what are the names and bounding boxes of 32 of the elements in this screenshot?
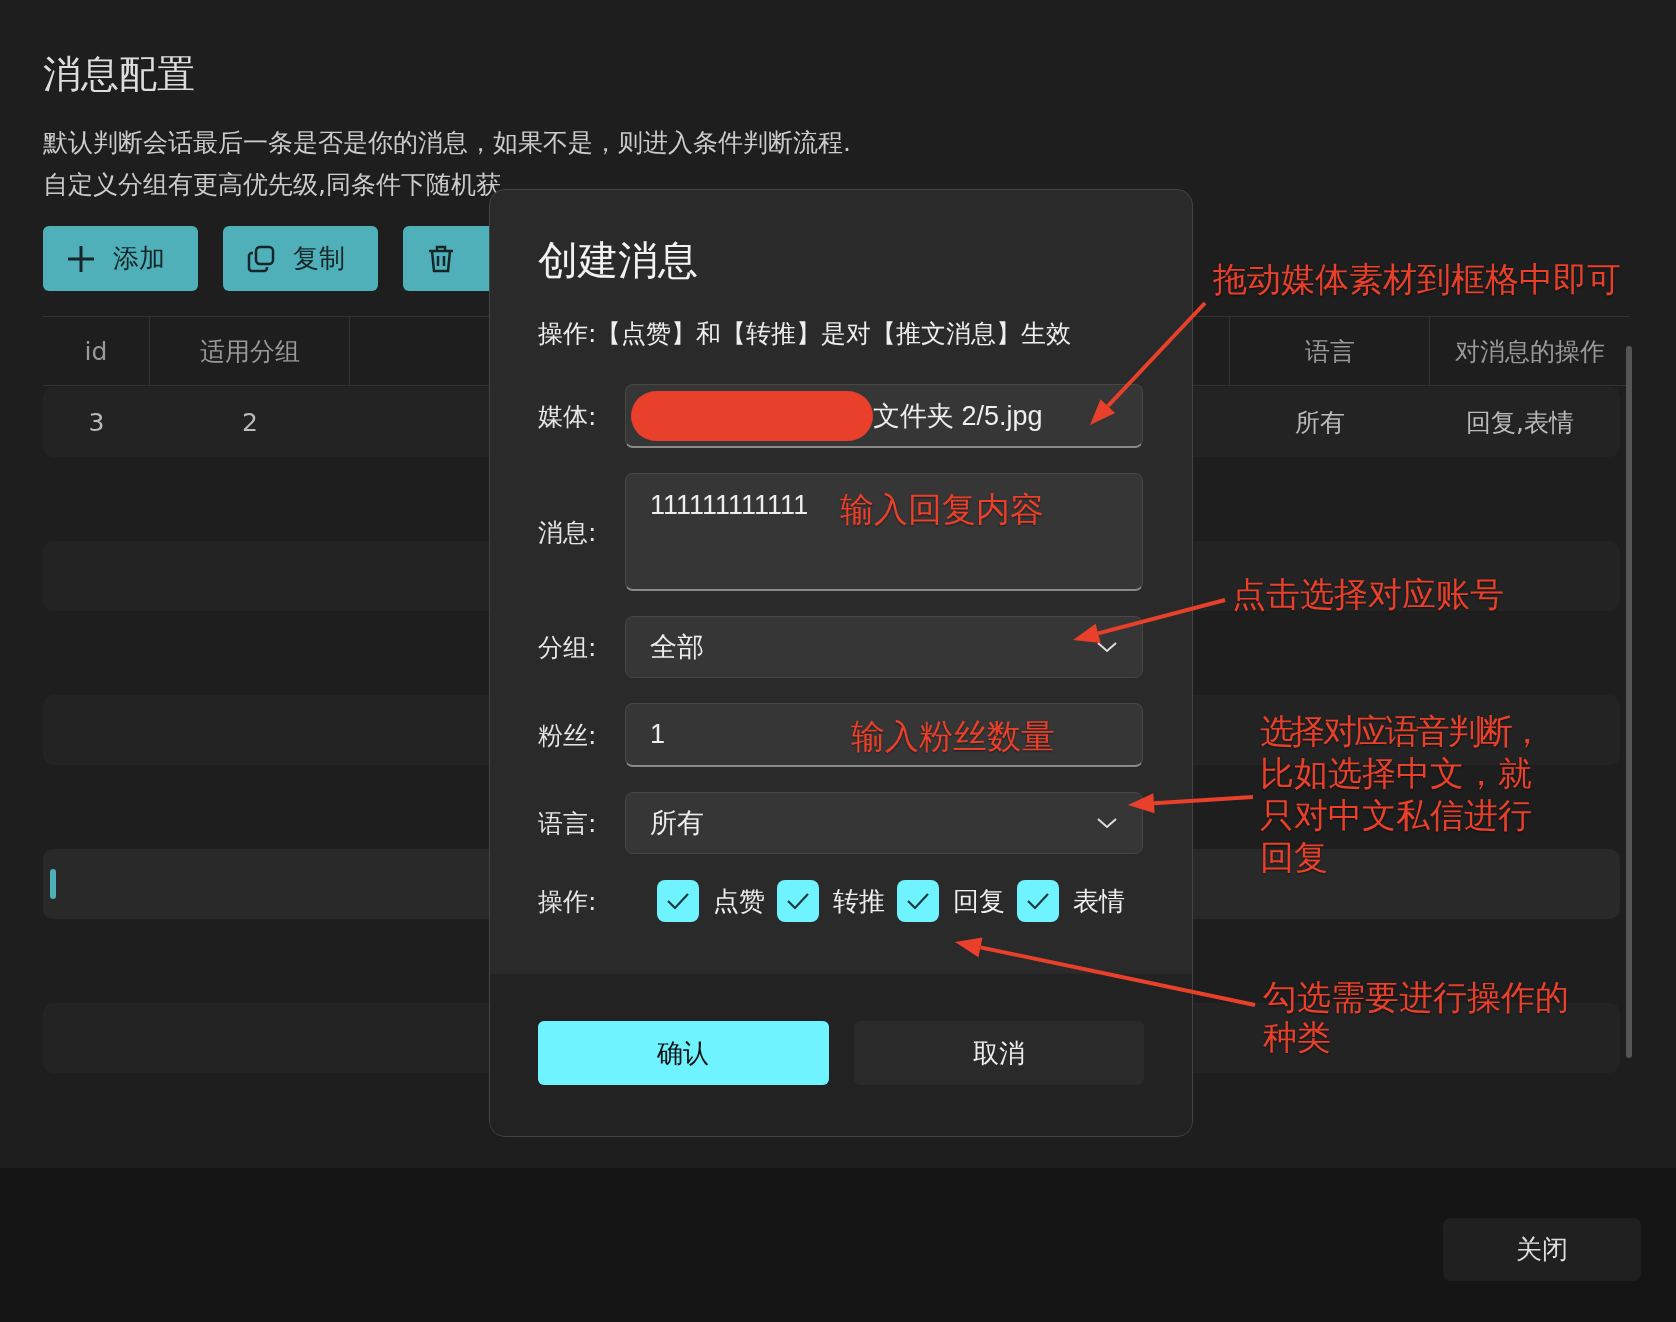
dropdown-value: 所有 bbox=[650, 807, 704, 840]
page-title: 消息配置 bbox=[43, 51, 196, 98]
dropdown-value: 全部 bbox=[650, 631, 704, 664]
column-header: 语言 bbox=[1230, 317, 1430, 385]
checkbox-label: 转推 bbox=[833, 884, 885, 918]
table-cell-text: 3 bbox=[87, 406, 106, 439]
description-text: 默认判断会话最后一条是否是你的消息，如果不是，则进入条件判断流程. bbox=[43, 127, 852, 159]
column-header: 适用分组 bbox=[150, 317, 350, 385]
column-header: id bbox=[43, 317, 150, 385]
annotation-text: 选择对应语音判断，比如选择中文，就只对中文私信进行回复 bbox=[1260, 710, 1543, 878]
note-text: 操作:【点赞】和【转推】是对【推文消息】生效 bbox=[538, 318, 1073, 350]
dialog-title: 创建消息 bbox=[538, 236, 699, 285]
description-text: 自定义分组有更高优先级,同条件下随机获 bbox=[43, 169, 502, 201]
checkbox-label: 回复 bbox=[953, 884, 1005, 918]
field-label: 操作: bbox=[538, 885, 598, 918]
field-label: 媒体: bbox=[538, 400, 598, 433]
annotation-text: 输入回复内容 bbox=[840, 488, 1044, 530]
column-header: 对消息的操作 bbox=[1454, 335, 1606, 368]
field-label: 语言: bbox=[538, 807, 598, 840]
table-cell-text: 2 bbox=[241, 406, 259, 439]
annotation-text: 输入粉丝数量 bbox=[851, 715, 1055, 757]
file-path: 文件夹 2/5.jpg bbox=[873, 399, 1043, 433]
field-label: 粉丝: bbox=[538, 719, 598, 752]
field-label: 消息: bbox=[538, 516, 598, 549]
checkbox-label: 点赞 bbox=[713, 884, 765, 918]
table-cell-text: 所有 bbox=[1294, 406, 1346, 439]
annotation-text: 勾选需要进行操作的种类 bbox=[1263, 977, 1570, 1057]
field-label: 分组: bbox=[538, 631, 598, 664]
table-cell-text: 回复,表情 bbox=[1465, 406, 1575, 439]
annotation-text: 拖动媒体素材到框格中即可 bbox=[1213, 258, 1621, 300]
annotation-text: 点击选择对应账号 bbox=[1232, 573, 1504, 615]
checkbox-label: 表情 bbox=[1073, 884, 1125, 918]
